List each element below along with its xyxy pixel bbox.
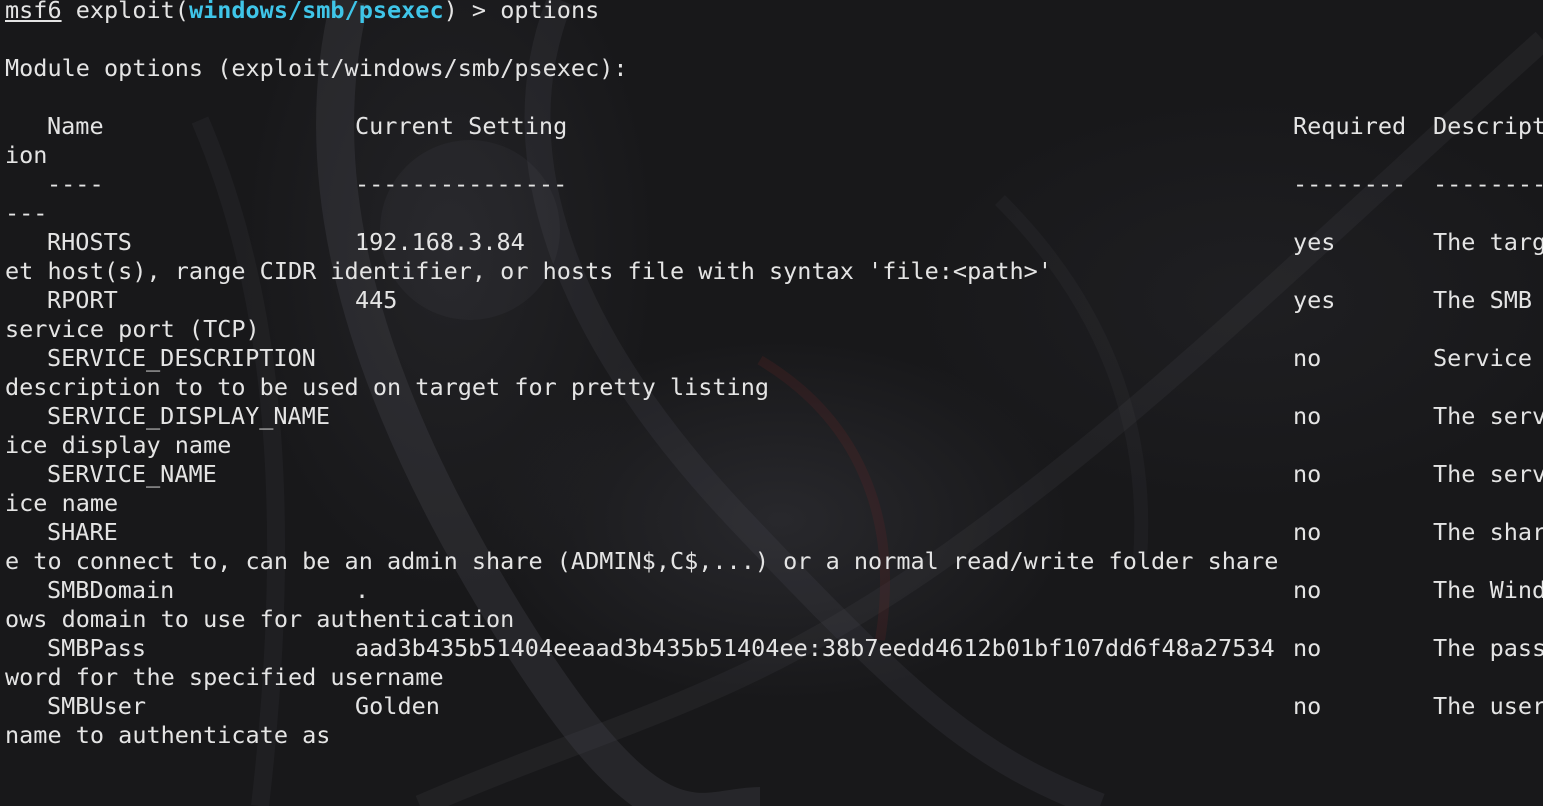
table-row: SHARE no The shar <box>5 518 1543 547</box>
table-row: RHOSTS 192.168.3.84 yes The targ <box>5 228 1543 257</box>
section-title-line: Module options (exploit/windows/smb/psex… <box>5 54 1543 83</box>
option-name: SERVICE_NAME <box>47 460 217 488</box>
option-setting: . <box>355 576 370 604</box>
option-required: yes <box>1293 286 1336 314</box>
section-title: Module options (exploit/windows/smb/psex… <box>5 54 628 82</box>
option-description: The pass <box>1433 634 1543 662</box>
option-description: Service <box>1433 344 1533 372</box>
option-description: The serv <box>1433 402 1543 430</box>
header-current-setting: Current Setting <box>355 112 568 140</box>
table-row: RPORT 445 yes The SMB <box>5 286 1543 315</box>
table-row-wrap: description to to be used on target for … <box>5 373 1543 402</box>
option-name: SMBUser <box>47 692 147 720</box>
table-row-wrap: e to connect to, can be an admin share (… <box>5 547 1543 576</box>
option-name: SMBDomain <box>47 576 175 604</box>
option-description-wrap: name to authenticate as <box>5 721 331 749</box>
option-description: The serv <box>1433 460 1543 488</box>
option-setting: aad3b435b51404eeaad3b435b51404ee:38b7eed… <box>355 634 1275 662</box>
prompt-suffix: ) > <box>443 0 501 24</box>
table-row-wrap: word for the specified username <box>5 663 1543 692</box>
table-row-wrap: ice name <box>5 489 1543 518</box>
option-description-wrap: et host(s), range CIDR identifier, or ho… <box>5 257 1052 285</box>
option-setting: 445 <box>355 286 398 314</box>
option-setting: Golden <box>355 692 440 720</box>
prompt-line: msf6 exploit(windows/smb/psexec) > optio… <box>5 0 1543 25</box>
option-name: SHARE <box>47 518 118 546</box>
separator-setting: --------------- <box>355 170 568 198</box>
table-row: SMBDomain . no The Wind <box>5 576 1543 605</box>
separator-description: -------- <box>1433 170 1543 198</box>
table-row-wrap: name to authenticate as <box>5 721 1543 750</box>
option-description-wrap: ice name <box>5 489 119 517</box>
option-description-wrap: description to to be used on target for … <box>5 373 770 401</box>
separator-wrap: --- <box>5 199 48 227</box>
terminal-window[interactable]: msf6 exploit(windows/smb/psexec) > optio… <box>0 0 1543 806</box>
table-row-wrap: ows domain to use for authentication <box>5 605 1543 634</box>
option-setting: 192.168.3.84 <box>355 228 525 256</box>
separator-name: ---- <box>47 170 104 198</box>
header-wrap-line: ion <box>5 141 1543 170</box>
header-wrap: ion <box>5 141 48 169</box>
option-required: no <box>1293 460 1322 488</box>
option-description: The targ <box>1433 228 1543 256</box>
option-description-wrap: word for the specified username <box>5 663 444 691</box>
option-description-wrap: ows domain to use for authentication <box>5 605 515 633</box>
separator-wrap-line: --- <box>5 199 1543 228</box>
option-description-wrap: ice display name <box>5 431 232 459</box>
option-description: The shar <box>1433 518 1543 546</box>
option-required: no <box>1293 518 1322 546</box>
option-required: no <box>1293 344 1322 372</box>
header-required: Required <box>1293 112 1407 140</box>
table-row: SMBUser Golden no The user <box>5 692 1543 721</box>
header-description: Descript <box>1433 112 1543 140</box>
option-description: The Wind <box>1433 576 1543 604</box>
option-name: SMBPass <box>47 634 147 662</box>
option-required: no <box>1293 576 1322 604</box>
option-description: The SMB <box>1433 286 1533 314</box>
header-name: Name <box>47 112 104 140</box>
prompt-name: msf6 <box>5 0 62 24</box>
option-required: no <box>1293 634 1322 662</box>
option-required: yes <box>1293 228 1336 256</box>
terminal-output[interactable]: msf6 exploit(windows/smb/psexec) > optio… <box>5 0 1543 806</box>
table-row: SERVICE_DESCRIPTION no Service <box>5 344 1543 373</box>
option-description: The user <box>1433 692 1543 720</box>
separator-required: -------- <box>1293 170 1407 198</box>
option-description-wrap: service port (TCP) <box>5 315 260 343</box>
option-name: SERVICE_DESCRIPTION <box>47 344 316 372</box>
table-row: SERVICE_DISPLAY_NAME no The serv <box>5 402 1543 431</box>
option-description-wrap: e to connect to, can be an admin share (… <box>5 547 1279 575</box>
prompt-module: windows/smb/psexec <box>188 0 444 24</box>
table-row-wrap: service port (TCP) <box>5 315 1543 344</box>
table-row-wrap: et host(s), range CIDR identifier, or ho… <box>5 257 1543 286</box>
table-row: SERVICE_NAME no The serv <box>5 460 1543 489</box>
table-separator-row: ---- --------------- -------- -------- <box>5 170 1543 199</box>
option-name: SERVICE_DISPLAY_NAME <box>47 402 330 430</box>
command-text: options <box>500 0 600 24</box>
option-name: RPORT <box>47 286 118 314</box>
table-row-wrap: ice display name <box>5 431 1543 460</box>
prompt-prefix: exploit( <box>61 0 189 24</box>
option-name: RHOSTS <box>47 228 132 256</box>
table-header-row: Name Current Setting Required Descript <box>5 112 1543 141</box>
option-required: no <box>1293 402 1322 430</box>
option-required: no <box>1293 692 1322 720</box>
table-row: SMBPass aad3b435b51404eeaad3b435b51404ee… <box>5 634 1543 663</box>
